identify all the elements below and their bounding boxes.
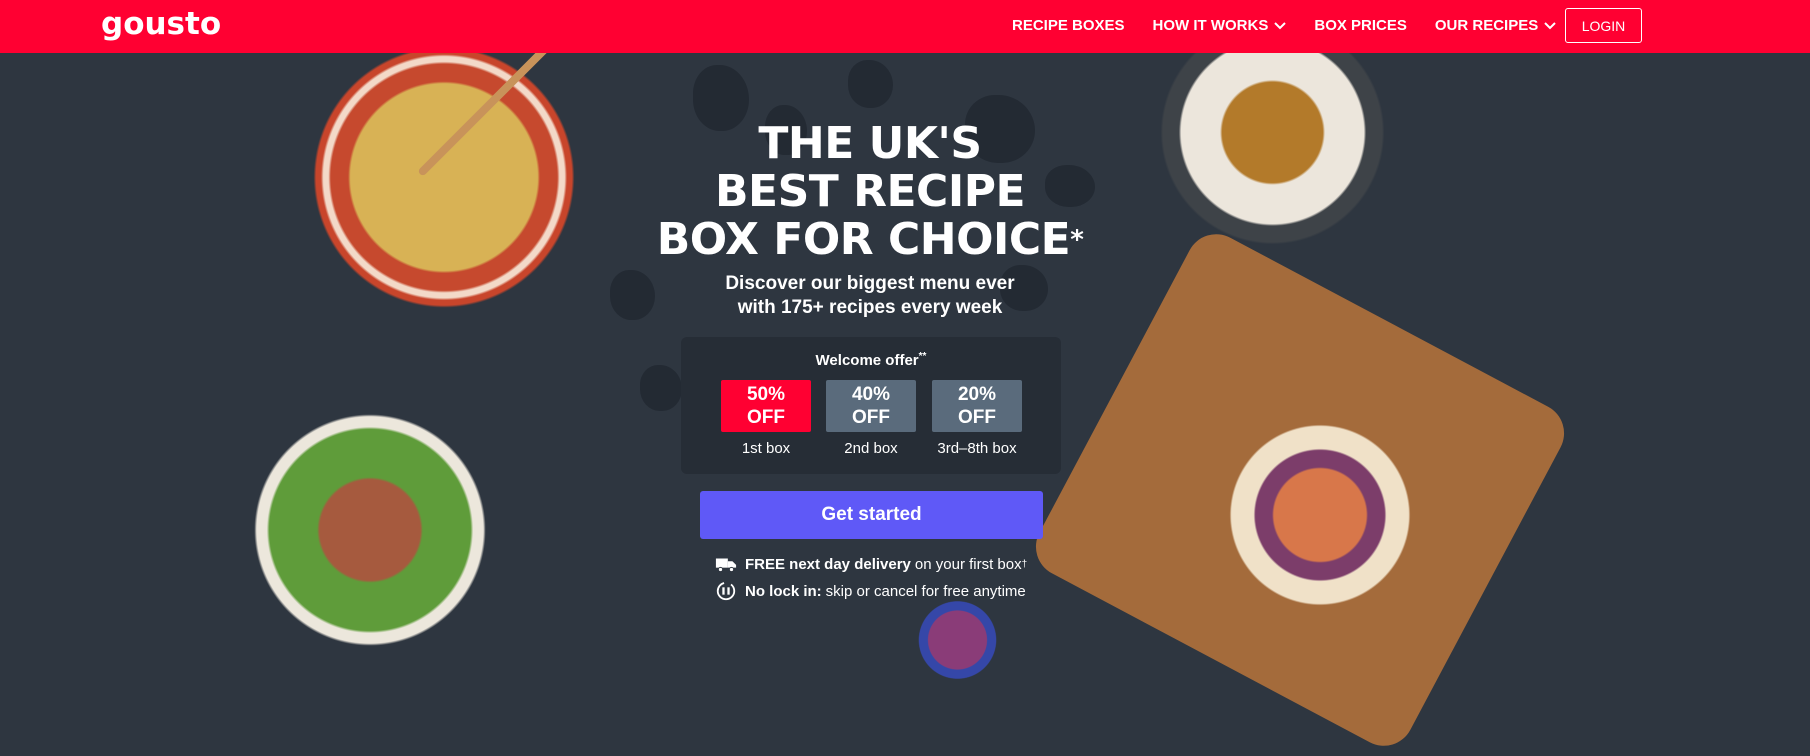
noodle-dish-image xyxy=(264,40,624,345)
free-delivery-perk: FREE next day delivery on your first box… xyxy=(715,553,1027,575)
tier-1-label: 1st box xyxy=(741,440,791,457)
discount-tier-3: 20% OFF xyxy=(932,380,1022,432)
login-button[interactable]: LOGIN xyxy=(1565,8,1642,43)
taco-image xyxy=(1180,395,1460,635)
gousto-logo[interactable]: gousto xyxy=(101,6,221,42)
chevron-down-icon xyxy=(1274,21,1287,29)
delivery-truck-icon xyxy=(715,558,737,573)
get-started-button[interactable]: Get started xyxy=(700,491,1043,539)
welcome-offer-panel: Welcome offer** 50% OFF 1st box 40% OFF … xyxy=(681,337,1061,474)
tier-2-label: 2nd box xyxy=(844,440,898,457)
hero-section: THE UK'S BEST RECIPE BOX FOR CHOICE* Dis… xyxy=(640,120,1100,320)
discount-tier-1: 50% OFF xyxy=(721,380,811,432)
top-nav-bar: gousto RECIPE BOXES HOW IT WORKS BOX PRI… xyxy=(0,0,1810,53)
hero-headline: THE UK'S BEST RECIPE BOX FOR CHOICE* xyxy=(656,118,1084,265)
tier-3-label: 3rd–8th box xyxy=(937,440,1017,457)
welcome-offer-title: Welcome offer** xyxy=(815,351,927,369)
no-lock-in-icon xyxy=(716,581,736,601)
no-lock-in-perk: No lock in: skip or cancel for free anyt… xyxy=(715,580,1026,602)
nav-box-prices[interactable]: BOX PRICES xyxy=(1314,17,1407,34)
nav-how-it-works[interactable]: HOW IT WORKS xyxy=(1153,17,1287,34)
chevron-down-icon xyxy=(1544,21,1556,29)
main-nav: RECIPE BOXES HOW IT WORKS BOX PRICES OUR… xyxy=(1012,17,1584,34)
nav-recipe-boxes[interactable]: RECIPE BOXES xyxy=(1012,17,1125,34)
nav-our-recipes[interactable]: OUR RECIPES xyxy=(1435,17,1556,34)
discount-tier-2: 40% OFF xyxy=(826,380,916,432)
salad-bowl-image xyxy=(180,365,560,695)
hero-subline: Discover our biggest menu ever with 175+… xyxy=(725,273,1015,318)
